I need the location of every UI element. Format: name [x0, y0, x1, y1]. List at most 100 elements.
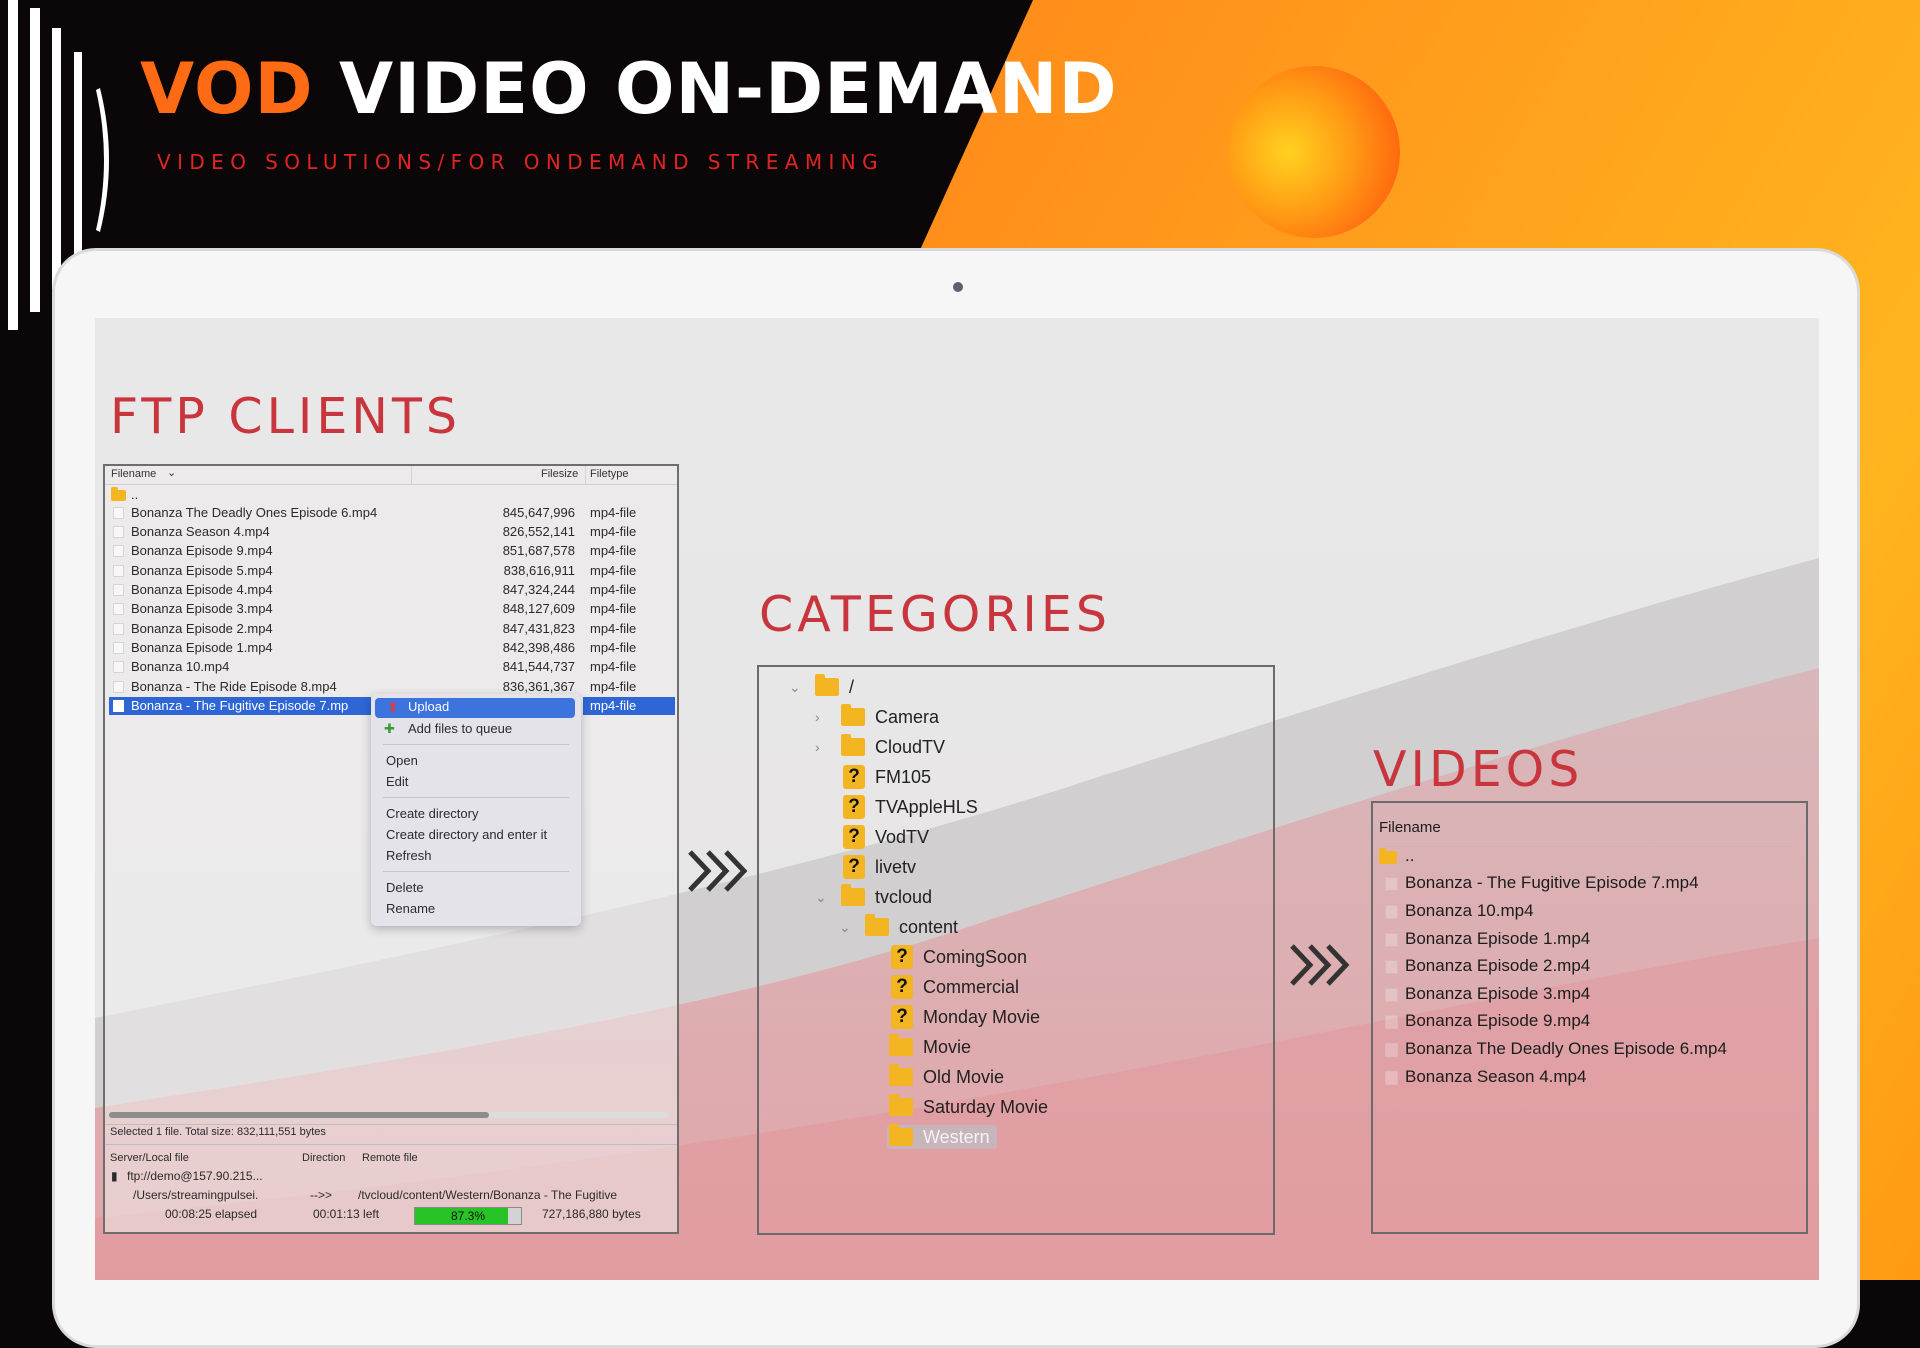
file-name: Bonanza The Deadly Ones Episode 6.mp4 [131, 505, 378, 520]
file-name: Bonanza Episode 1.mp4 [131, 640, 273, 655]
tree-item-label: tvcloud [875, 887, 933, 907]
file-icon [1385, 960, 1398, 974]
page-title: VOD VIDEO ON-DEMAND [140, 48, 1118, 130]
file-list-header: Filename ⌄ Filesize Filetype [105, 466, 677, 485]
divider [1379, 841, 1797, 842]
table-row[interactable]: Bonanza Episode 3.mp4 848,127,609 mp4-file [105, 600, 677, 618]
file-icon [1385, 1043, 1398, 1057]
queue-column-direction[interactable]: Direction [302, 1152, 345, 1164]
unknown-folder-icon: ? [891, 945, 913, 969]
tree-item-label: Camera [875, 707, 940, 727]
transfer-progress-bar: 87.3% [414, 1207, 522, 1225]
queue-remote-file[interactable]: /tvcloud/content/Western/Bonanza - The F… [358, 1188, 617, 1202]
file-name: Bonanza The Deadly Ones Episode 6.mp4 [1405, 1039, 1727, 1058]
queue-local-file[interactable]: /Users/streamingpulsei. [133, 1188, 258, 1202]
table-row[interactable]: Bonanza Episode 2.mp4 847,431,823 mp4-file [105, 620, 677, 638]
menu-item-open[interactable]: Open [386, 752, 418, 770]
menu-item-edit[interactable]: Edit [386, 773, 408, 791]
file-icon [113, 545, 124, 557]
table-row[interactable]: Bonanza Episode 5.mp4 838,616,911 mp4-file [105, 562, 677, 580]
column-filename[interactable]: Filename [111, 468, 156, 480]
menu-separator [383, 871, 569, 872]
column-divider [411, 466, 412, 484]
file-name: Bonanza - The Fugitive Episode 7.mp [131, 698, 349, 713]
file-name: Bonanza Episode 4.mp4 [131, 582, 273, 597]
flow-arrow-icon [688, 850, 748, 892]
file-size: 842,398,486 [502, 640, 575, 655]
chevron-right-icon[interactable]: › [815, 733, 820, 761]
table-row[interactable]: Bonanza The Deadly Ones Episode 6.mp4 845… [105, 504, 677, 522]
horizontal-scrollbar[interactable] [109, 1112, 669, 1118]
add-queue-icon: ✚ [384, 721, 395, 736]
tree-item-label: TVAppleHLS [875, 797, 978, 817]
divider [105, 1144, 677, 1145]
menu-item-create-directory-and-enter[interactable]: Create directory and enter it [386, 826, 547, 844]
file-icon [113, 642, 124, 654]
transferred-bytes: 727,186,880 bytes [542, 1207, 641, 1221]
elapsed-time: 00:08:25 elapsed [165, 1207, 258, 1221]
folder-icon [889, 1034, 913, 1056]
folder-icon [111, 487, 126, 501]
chevron-down-icon[interactable]: ⌄ [789, 673, 801, 701]
file-name: Bonanza Episode 2.mp4 [131, 621, 273, 636]
table-row[interactable]: Bonanza Episode 4.mp4 847,324,244 mp4-file [105, 581, 677, 599]
chevron-down-icon[interactable]: ⌄ [815, 883, 827, 911]
tree-item-label: CloudTV [875, 737, 946, 757]
column-filesize[interactable]: Filesize [541, 468, 578, 480]
menu-item-rename[interactable]: Rename [386, 900, 435, 918]
scrollbar-thumb[interactable] [109, 1112, 489, 1118]
queue-direction: -->> [310, 1188, 333, 1202]
file-icon [113, 526, 124, 538]
queue-column-remote[interactable]: Remote file [362, 1152, 418, 1164]
menu-item-create-directory[interactable]: Create directory [386, 805, 478, 823]
parent-directory-row[interactable]: .. [105, 486, 677, 504]
menu-separator [383, 797, 569, 798]
file-icon [1385, 877, 1398, 891]
sort-chevron-icon[interactable]: ⌄ [167, 466, 176, 479]
menu-separator [383, 744, 569, 745]
file-type: mp4-file [590, 601, 637, 616]
folder-icon [1379, 848, 1397, 864]
file-name: Bonanza Season 4.mp4 [131, 524, 270, 539]
progress-text: 87.3% [450, 1209, 486, 1223]
table-row[interactable]: Bonanza Episode 9.mp4 851,687,578 mp4-file [105, 542, 677, 560]
table-row[interactable]: Bonanza Season 4.mp4 826,552,141 mp4-file [105, 523, 677, 541]
menu-item-delete[interactable]: Delete [386, 879, 424, 897]
queue-server[interactable]: ftp://demo@157.90.215... [127, 1169, 263, 1183]
unknown-folder-icon: ? [843, 795, 865, 819]
tree-item-label: Old Movie [923, 1067, 1005, 1087]
unknown-folder-icon: ? [843, 765, 865, 789]
table-row[interactable]: Bonanza Episode 1.mp4 842,398,486 mp4-file [105, 639, 677, 657]
folder-icon [841, 734, 865, 756]
chevron-down-icon[interactable]: ⌄ [839, 913, 851, 941]
file-icon [113, 584, 124, 596]
tree-item-label: ComingSoon [923, 947, 1028, 967]
unknown-folder-icon: ? [891, 975, 913, 999]
tree-item-label: VodTV [875, 827, 930, 847]
file-icon [1385, 1071, 1398, 1085]
categories-heading: CATEGORIES [759, 586, 1111, 643]
file-icon [1385, 1015, 1398, 1029]
folder-icon [815, 674, 839, 696]
file-name: Bonanza 10.mp4 [131, 659, 230, 674]
chevron-right-icon[interactable]: › [815, 703, 820, 731]
file-name: Bonanza Episode 5.mp4 [131, 563, 273, 578]
column-filetype[interactable]: Filetype [590, 468, 629, 480]
folder-icon [841, 884, 865, 906]
queue-column-server[interactable]: Server/Local file [110, 1152, 189, 1164]
column-filename[interactable]: Filename [1379, 819, 1441, 836]
file-type: mp4-file [590, 524, 637, 539]
table-row[interactable]: Bonanza 10.mp4 841,544,737 mp4-file [105, 658, 677, 676]
file-icon [113, 661, 124, 673]
menu-item-add-files-to-queue[interactable]: Add files to queue [408, 720, 512, 738]
file-type: mp4-file [590, 582, 637, 597]
file-name: Bonanza - The Fugitive Episode 7.mp4 [1405, 873, 1699, 892]
file-name: Bonanza Episode 9.mp4 [131, 543, 273, 558]
file-type: mp4-file [590, 679, 637, 694]
folder-icon [841, 704, 865, 726]
videos-heading: VIDEOS [1373, 741, 1584, 798]
menu-item-refresh[interactable]: Refresh [386, 847, 432, 865]
menu-item-upload[interactable]: ⬆ Upload [375, 698, 575, 718]
file-name: .. [131, 487, 139, 502]
tree-item-label: Commercial [923, 977, 1020, 997]
